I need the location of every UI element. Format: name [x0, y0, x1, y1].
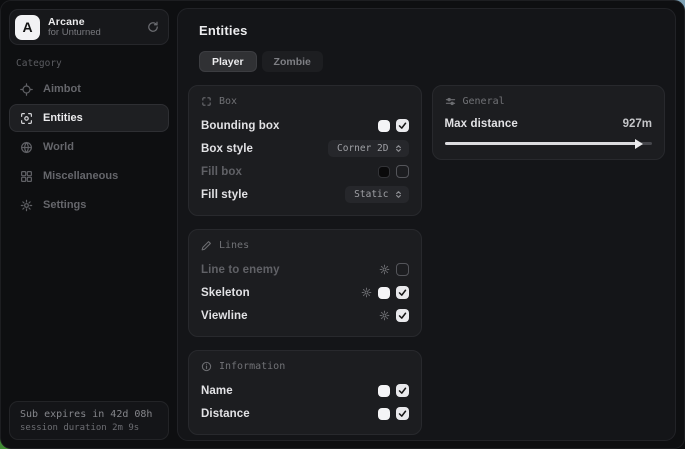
- sliders-icon: [445, 96, 456, 107]
- setting-row-line-to-enemy: Line to enemy: [201, 259, 409, 280]
- setting-row-fill-box: Fill box: [201, 161, 409, 182]
- checkbox-fill-box[interactable]: [396, 165, 409, 178]
- checkbox-name[interactable]: [396, 384, 409, 397]
- category-label: Category: [16, 58, 169, 69]
- general-panel-header: General: [445, 96, 653, 107]
- color-swatch[interactable]: [378, 166, 390, 178]
- setting-row-distance: Distance: [201, 403, 409, 424]
- sidebar-item-label: Miscellaneous: [43, 170, 118, 182]
- grid-icon: [20, 170, 33, 183]
- sidebar-item-aimbot[interactable]: Aimbot: [9, 75, 169, 103]
- app-window: A Arcane for Unturned Category: [0, 0, 685, 449]
- unfold-icon: [394, 144, 403, 153]
- box-panel-header: Box: [201, 96, 409, 107]
- general-panel-title: General: [463, 96, 505, 107]
- crosshair-icon: [20, 83, 33, 96]
- sidebar-item-label: Aimbot: [43, 83, 81, 95]
- sidebar-item-label: World: [43, 141, 74, 153]
- check-icon: [398, 288, 407, 297]
- max-distance-slider-fill: [445, 142, 637, 145]
- checkbox-distance[interactable]: [396, 407, 409, 420]
- row-settings-gear-icon[interactable]: [379, 310, 390, 321]
- check-icon: [398, 386, 407, 395]
- check-icon: [398, 409, 407, 418]
- tab-player[interactable]: Player: [199, 51, 257, 72]
- unfold-icon: [394, 190, 403, 199]
- window-background: A Arcane for Unturned Category: [0, 0, 685, 449]
- general-panel: General Max distance 927m: [432, 85, 666, 160]
- color-swatch[interactable]: [378, 287, 390, 299]
- sidebar-item-miscellaneous[interactable]: Miscellaneous: [9, 162, 169, 190]
- max-distance-slider[interactable]: [445, 137, 653, 149]
- color-swatch[interactable]: [378, 408, 390, 420]
- setting-row-name: Name: [201, 380, 409, 401]
- pencil-icon: [201, 240, 212, 251]
- check-icon: [398, 121, 407, 130]
- sync-icon[interactable]: [147, 21, 159, 33]
- sidebar-item-settings[interactable]: Settings: [9, 191, 169, 219]
- box-panel: Box Bounding box B: [188, 85, 422, 216]
- box-panel-title: Box: [219, 96, 237, 107]
- subscription-expiry: Sub expires in 42d 08h: [20, 409, 158, 420]
- fill-style-dropdown[interactable]: Static: [345, 186, 408, 203]
- sidebar-item-label: Settings: [43, 199, 86, 211]
- row-settings-gear-icon[interactable]: [379, 264, 390, 275]
- setting-row-max-distance: Max distance 927m: [445, 115, 653, 133]
- lines-panel: Lines Line to enemy: [188, 229, 422, 337]
- max-distance-value: 927m: [623, 118, 652, 130]
- setting-row-skeleton: Skeleton: [201, 282, 409, 303]
- lines-panel-header: Lines: [201, 240, 409, 251]
- globe-icon: [20, 141, 33, 154]
- sidebar-item-label: Entities: [43, 112, 83, 124]
- subscription-card: Sub expires in 42d 08h session duration …: [9, 401, 169, 440]
- sidebar-item-entities[interactable]: Entities: [9, 104, 169, 132]
- tab-zombie[interactable]: Zombie: [262, 51, 323, 72]
- session-duration: session duration 2m 9s: [20, 423, 158, 433]
- setting-row-bounding-box: Bounding box: [201, 115, 409, 136]
- information-panel-title: Information: [219, 361, 285, 372]
- slider-handle[interactable]: [635, 139, 643, 149]
- entities-icon: [20, 112, 33, 125]
- gear-icon: [20, 199, 33, 212]
- setting-row-box-style: Box style Corner 2D: [201, 138, 409, 159]
- brand-card: A Arcane for Unturned: [9, 9, 169, 45]
- row-settings-gear-icon[interactable]: [361, 287, 372, 298]
- info-icon: [201, 361, 212, 372]
- checkbox-line-to-enemy[interactable]: [396, 263, 409, 276]
- color-swatch[interactable]: [378, 385, 390, 397]
- setting-row-viewline: Viewline: [201, 305, 409, 326]
- brand-subtitle: for Unturned: [48, 28, 139, 39]
- brand-text: Arcane for Unturned: [48, 16, 139, 39]
- tab-bar: Player Zombie: [199, 51, 665, 72]
- brand-logo: A: [15, 15, 40, 40]
- checkbox-viewline[interactable]: [396, 309, 409, 322]
- checkbox-bounding-box[interactable]: [396, 119, 409, 132]
- box-style-dropdown[interactable]: Corner 2D: [328, 140, 408, 157]
- color-swatch[interactable]: [378, 120, 390, 132]
- lines-panel-title: Lines: [219, 240, 249, 251]
- brand-name: Arcane: [48, 16, 139, 28]
- page-title: Entities: [199, 23, 665, 38]
- setting-row-fill-style: Fill style Static: [201, 184, 409, 205]
- information-panel: Information Name D: [188, 350, 422, 435]
- information-panel-header: Information: [201, 361, 409, 372]
- main-panel: Entities Player Zombie: [177, 8, 676, 441]
- box-corners-icon: [201, 96, 212, 107]
- checkbox-skeleton[interactable]: [396, 286, 409, 299]
- sidebar-item-world[interactable]: World: [9, 133, 169, 161]
- sidebar: A Arcane for Unturned Category: [1, 1, 177, 448]
- check-icon: [398, 311, 407, 320]
